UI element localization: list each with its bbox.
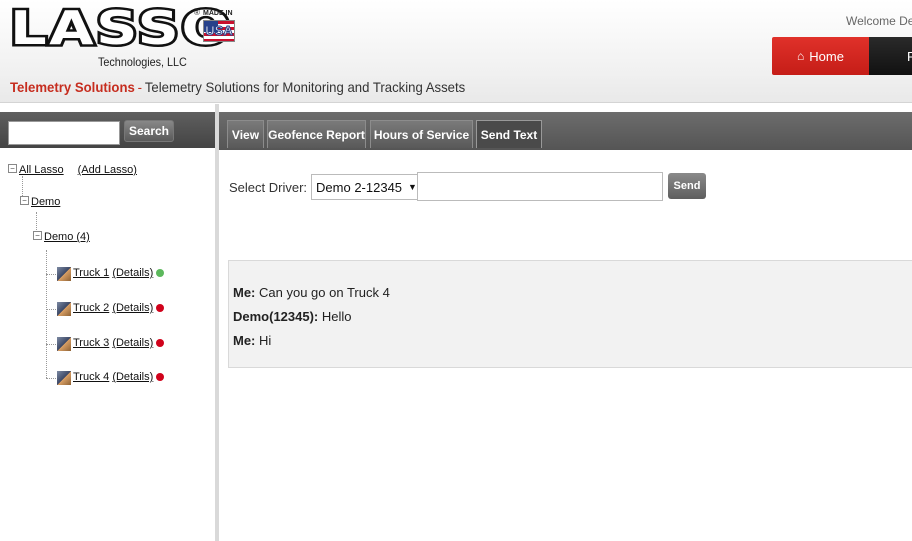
driver-select-row: Select Driver: Demo 2-12345 ▼: [229, 172, 424, 202]
truck-node: Truck 4 (Details): [57, 371, 165, 385]
collapse-icon[interactable]: −: [8, 164, 17, 173]
sidebar: Search − All Lasso (Add Lasso) − Demo − …: [0, 104, 215, 541]
chat-text: Hello: [321, 309, 352, 324]
add-lasso-link[interactable]: (Add Lasso): [78, 164, 137, 176]
collapse-icon[interactable]: −: [33, 231, 42, 240]
main-panel: View Geofence Report Hours of Service Se…: [219, 104, 912, 541]
status-dot-icon: [156, 373, 165, 381]
usa-flag-icon: USA: [203, 20, 235, 42]
truck-link[interactable]: Truck 1: [73, 267, 109, 279]
driver-select-label: Select Driver:: [229, 179, 308, 195]
truck-details-link[interactable]: (Details): [112, 337, 153, 349]
truck-icon: [57, 337, 71, 351]
tree-group-node: − Demo: [20, 196, 60, 208]
caret-down-icon: ▼: [408, 182, 417, 192]
nav-home-button[interactable]: ⌂ Home: [772, 37, 869, 75]
tree-connector: [22, 176, 23, 198]
chat-message: Me: Hi: [233, 333, 271, 348]
flag-text: USA: [205, 23, 233, 39]
tab-bar: View Geofence Report Hours of Service Se…: [219, 112, 912, 150]
tree-subgroup-link[interactable]: Demo (4): [44, 231, 90, 243]
tree-root-node: − All Lasso (Add Lasso): [8, 164, 137, 176]
tab-hours-of-service[interactable]: Hours of Service: [370, 120, 473, 148]
truck-details-link[interactable]: (Details): [112, 371, 153, 383]
tree-connector: [36, 212, 37, 232]
tree-connector: [46, 309, 56, 310]
nav-next-button[interactable]: F: [869, 37, 912, 75]
tree-connector: [46, 378, 56, 379]
chat-message: Me: Can you go on Truck 4: [233, 285, 390, 300]
chat-author: Me:: [233, 285, 256, 300]
tab-send-text[interactable]: Send Text: [476, 120, 542, 148]
truck-link[interactable]: Truck 3: [73, 337, 109, 349]
tab-geofence-report[interactable]: Geofence Report: [267, 120, 366, 148]
chat-author: Me:: [233, 333, 256, 348]
truck-node: Truck 3 (Details): [57, 337, 165, 351]
status-dot-icon: [156, 304, 165, 312]
truck-icon: [57, 371, 71, 385]
truck-details-link[interactable]: (Details): [112, 267, 153, 279]
message-history: Me: Can you go on Truck 4 Demo(12345): H…: [228, 260, 912, 368]
truck-icon: [57, 267, 71, 281]
tab-view[interactable]: View: [227, 120, 264, 148]
tree-connector: [46, 250, 47, 378]
tree-connector: [46, 344, 56, 345]
status-dot-icon: [156, 339, 165, 347]
registered-mark-icon: ®: [194, 8, 200, 17]
sidebar-search-bar: Search: [0, 112, 215, 148]
tree-root-link[interactable]: All Lasso: [19, 164, 64, 176]
truck-link[interactable]: Truck 2: [73, 302, 109, 314]
status-dot-icon: [156, 269, 165, 277]
tagline-brand: Telemetry Solutions: [10, 79, 135, 95]
collapse-icon[interactable]: −: [20, 196, 29, 205]
welcome-text: Welcome Der: [846, 14, 912, 28]
truck-details-link[interactable]: (Details): [112, 302, 153, 314]
logo-subtitle: Technologies, LLC: [98, 55, 187, 69]
truck-icon: [57, 302, 71, 316]
chat-text: Hi: [259, 333, 272, 348]
tree-connector: [46, 274, 56, 275]
truck-node: Truck 2 (Details): [57, 302, 165, 316]
tree-subgroup-node: − Demo (4): [33, 231, 90, 243]
tagline: Telemetry Solutions - Telemetry Solutions …: [10, 79, 465, 95]
tree-group-link[interactable]: Demo: [31, 196, 60, 208]
lasso-logo[interactable]: LASSO ® Technologies, LLC: [7, 3, 234, 86]
nav-home-label: Home: [809, 48, 844, 64]
tagline-rest: Telemetry Solutions for Monitoring and T…: [144, 79, 466, 95]
truck-node: Truck 1 (Details): [57, 267, 165, 281]
message-input[interactable]: [417, 172, 663, 201]
send-button[interactable]: Send: [668, 173, 706, 199]
home-icon: ⌂: [797, 49, 805, 63]
driver-select[interactable]: Demo 2-12345 ▼: [311, 174, 424, 200]
chat-author: Demo(12345):: [233, 309, 319, 324]
truck-link[interactable]: Truck 4: [73, 371, 109, 383]
tagline-separator: -: [137, 79, 143, 95]
chat-text: Can you go on Truck 4: [259, 285, 390, 300]
page-header: LASSO ® Technologies, LLC MADE IN USA Te…: [0, 0, 912, 103]
search-button[interactable]: Search: [124, 120, 174, 142]
chat-message: Demo(12345): Hello: [233, 309, 352, 324]
made-in-usa-badge: MADE IN USA: [203, 10, 239, 42]
made-in-text: MADE IN: [203, 10, 233, 17]
search-input[interactable]: [8, 121, 120, 145]
driver-select-value: Demo 2-12345: [316, 179, 403, 195]
nav-next-label: F: [907, 48, 912, 64]
